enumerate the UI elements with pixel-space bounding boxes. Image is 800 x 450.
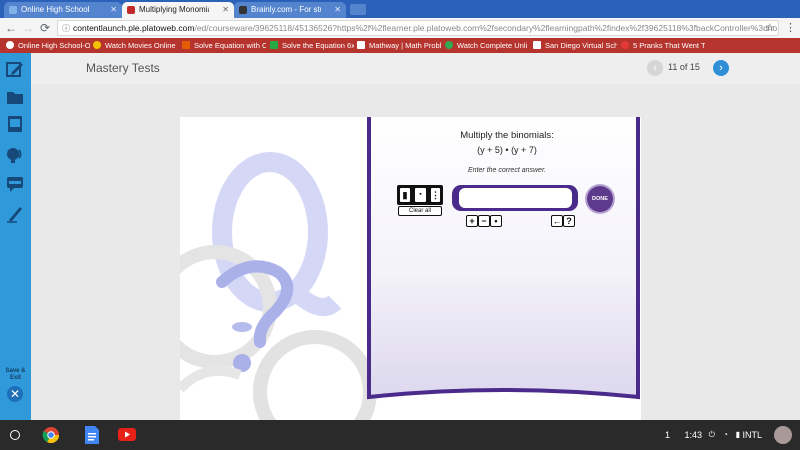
clock: 1:43	[684, 430, 702, 440]
address-bar[interactable]: ⓘ contentlaunch.ple.platoweb.com/ed/cours…	[57, 20, 779, 36]
tab-online-high-school[interactable]: Online High School | Stu ✕	[4, 2, 122, 18]
menu-icon[interactable]: ⋮	[785, 20, 796, 36]
audio-icon[interactable]	[6, 146, 24, 164]
bookmark-item[interactable]: Watch Complete Unli	[445, 38, 529, 53]
multiply-key[interactable]: •	[490, 215, 502, 227]
bookmark-item[interactable]: Solve Equation with C	[182, 38, 266, 53]
reload-icon[interactable]: ⟳	[37, 20, 53, 36]
launcher-icon[interactable]	[10, 430, 20, 440]
bookmarks-bar: Online High School-O Watch Movies Online…	[0, 38, 800, 53]
exponent-key[interactable]: ▪	[414, 187, 427, 203]
question-panel	[367, 117, 640, 400]
next-question-button[interactable]: ›	[713, 60, 729, 76]
os-taskbar: 1 1:43 ⏻ ◔ ▮ INTL	[0, 420, 800, 450]
app-header: Mastery Tests ‹ 11 of 15 ›	[31, 53, 800, 84]
done-button[interactable]: DONE	[587, 186, 613, 212]
bookmark-label: Watch Complete Unli	[457, 41, 528, 50]
bookmark-item[interactable]: San Diego Virtual Sch	[533, 38, 617, 53]
battery-icon: ▮	[735, 430, 740, 439]
chrome-icon[interactable]	[42, 426, 60, 444]
save-exit-label: Save & Exit	[5, 368, 26, 381]
clear-all-button[interactable]: Clear all	[398, 206, 442, 216]
edit-icon[interactable]	[6, 60, 24, 78]
tab-close-icon[interactable]: ✕	[222, 2, 229, 18]
settings-icon: ⏻	[708, 430, 715, 439]
url-path: /ed/courseware/39625118/45136526?https%2…	[194, 23, 778, 33]
avatar[interactable]	[774, 426, 792, 444]
bookmark-label: Solve Equation with C	[194, 41, 266, 50]
bookmark-label: Mathway | Math Probl	[369, 41, 441, 50]
bookmark-label: Solve the Equation 6x	[282, 41, 354, 50]
tab-favicon	[9, 6, 17, 14]
answer-instruction: Enter the correct answer.	[468, 167, 546, 174]
question-counter: 11 of 15	[668, 62, 700, 72]
pen-icon[interactable]	[6, 205, 24, 223]
youtube-icon[interactable]	[118, 428, 136, 441]
browser-toolbar: ← → ⟳ ⓘ contentlaunch.ple.platoweb.com/ed…	[0, 18, 800, 38]
bookmark-star-icon[interactable]: ☆	[765, 20, 775, 36]
folder-icon[interactable]	[6, 88, 24, 106]
tab-multiplying-monomials[interactable]: Multiplying Monomials ✕	[122, 2, 234, 18]
back-icon[interactable]: ←	[3, 20, 19, 36]
bookmark-favicon-icon	[533, 41, 541, 49]
glossary-icon[interactable]	[6, 115, 24, 133]
bookmark-label: Watch Movies Online	[105, 41, 176, 50]
bookmark-item[interactable]: Online High School-O	[6, 38, 90, 53]
wifi-icon: ◔	[723, 430, 728, 439]
subscript-key[interactable]: ⋮	[430, 187, 441, 203]
bookmark-favicon-icon	[445, 41, 453, 49]
tab-close-icon[interactable]: ✕	[334, 2, 341, 18]
save-exit-button[interactable]: ✕	[7, 386, 23, 402]
plus-key[interactable]: +	[466, 215, 478, 227]
tab-favicon	[239, 6, 247, 14]
tab-brainly[interactable]: Brainly.com - For studen ✕	[234, 2, 346, 18]
input-method: INTL	[742, 430, 762, 440]
backspace-key[interactable]: ←	[551, 215, 563, 227]
bookmark-label: San Diego Virtual Sch	[545, 41, 617, 50]
url-domain: contentlaunch.ple.platoweb.com	[73, 23, 195, 33]
bookmark-item[interactable]: Solve the Equation 6x	[270, 38, 354, 53]
forward-icon[interactable]: →	[20, 20, 36, 36]
tab-title: Multiplying Monomials	[139, 5, 209, 14]
bookmark-favicon-icon	[357, 41, 365, 49]
bookmark-item[interactable]: 5 Pranks That Went T	[621, 38, 705, 53]
page-title: Mastery Tests	[86, 61, 160, 75]
bookmark-favicon-icon	[621, 41, 629, 49]
question-prompt: Multiply the binomials:	[460, 130, 554, 141]
hola-icon[interactable]	[6, 175, 24, 193]
new-tab-button[interactable]	[350, 4, 366, 15]
bookmark-label: 5 Pranks That Went T	[633, 41, 705, 50]
tab-title: Brainly.com - For studen	[251, 5, 321, 14]
bookmark-favicon-icon	[93, 41, 101, 49]
app-sidebar	[0, 53, 31, 420]
tab-title: Online High School | Stu	[21, 5, 91, 14]
google-docs-icon[interactable]	[85, 426, 99, 444]
help-key[interactable]: ?	[563, 215, 575, 227]
bookmark-favicon-icon	[6, 41, 14, 49]
question-expression: (y + 5) • (y + 7)	[477, 145, 537, 155]
bookmark-favicon-icon	[182, 41, 190, 49]
bookmark-item[interactable]: Watch Movies Online	[93, 38, 179, 53]
bookmark-label: Online High School-O	[18, 41, 90, 50]
notification-count[interactable]: 1	[665, 420, 670, 450]
minus-key[interactable]: −	[478, 215, 490, 227]
previous-question-button[interactable]: ‹	[647, 60, 663, 76]
bookmark-item[interactable]: Mathway | Math Probl	[357, 38, 441, 53]
tab-close-icon[interactable]: ✕	[110, 2, 117, 18]
info-icon[interactable]: ⓘ	[62, 22, 70, 35]
tab-favicon	[127, 6, 135, 14]
bookmark-favicon-icon	[270, 41, 278, 49]
fraction-key[interactable]: ▮	[399, 187, 411, 203]
answer-input[interactable]	[459, 188, 572, 208]
tab-strip: Online High School | Stu ✕ Multiplying M…	[0, 0, 800, 18]
